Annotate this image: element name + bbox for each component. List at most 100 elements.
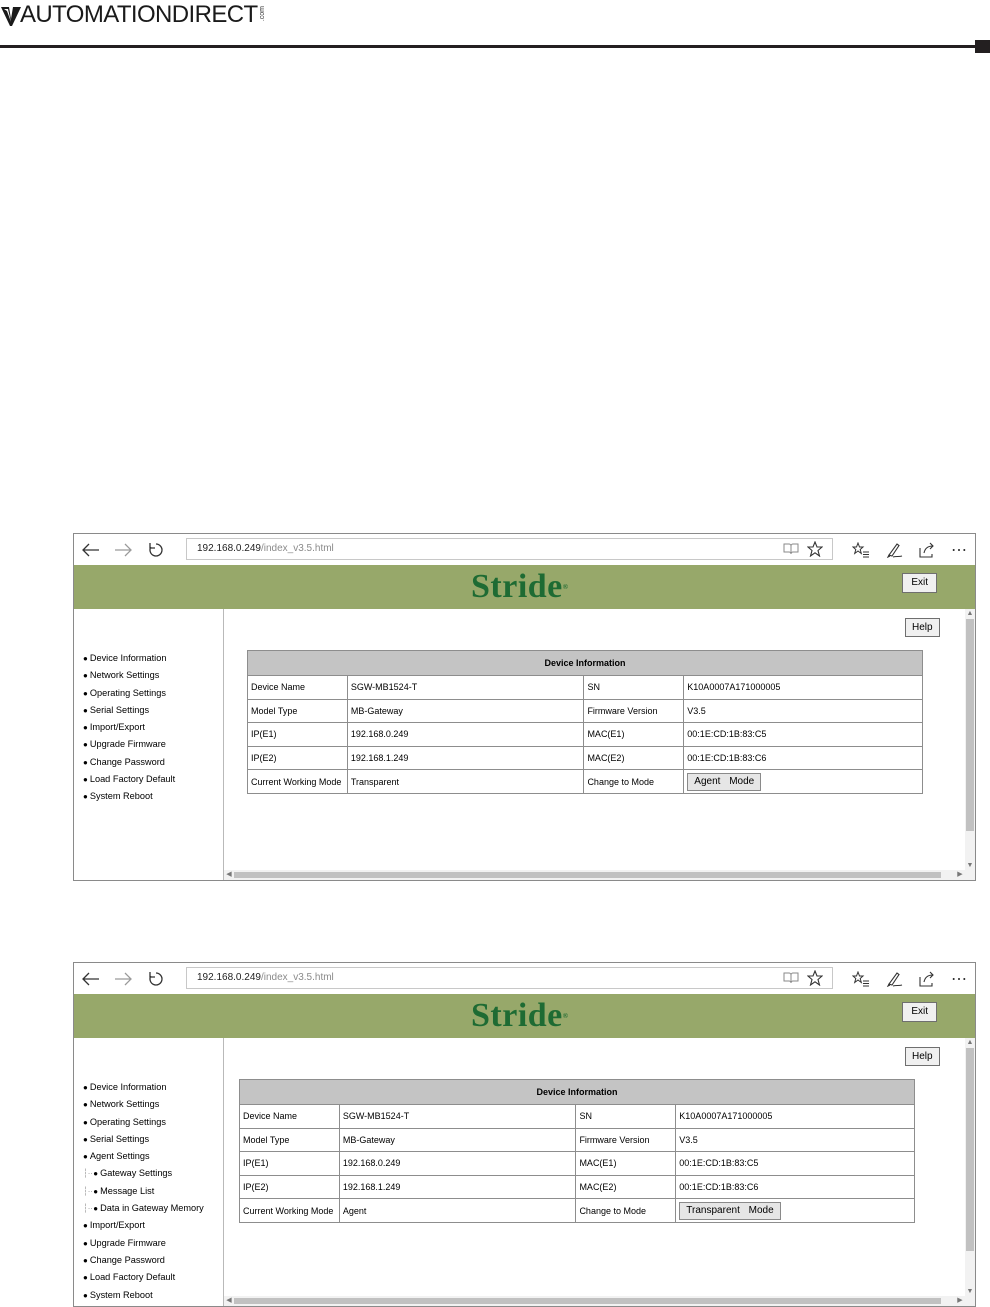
table-cell-label: Device Name bbox=[239, 1104, 340, 1129]
table-row: Model Type MB-Gateway Firmware Version V3.5 bbox=[239, 1127, 915, 1153]
sidebar-item-system-reboot[interactable]: ● System Reboot bbox=[83, 1287, 204, 1304]
stride-logo: Stride® bbox=[471, 997, 569, 1035]
logo-text: AUTOMATIONDIRECT bbox=[20, 1, 258, 28]
favorites-list-icon[interactable] bbox=[850, 968, 872, 990]
scroll-right-icon[interactable]: ▶ bbox=[955, 870, 965, 880]
table-cell-label: Current Working Mode bbox=[247, 769, 348, 794]
refresh-icon[interactable] bbox=[145, 539, 167, 561]
sidebar-item-gateway-settings[interactable]: ┆··● Gateway Settings bbox=[83, 1165, 204, 1182]
scroll-up-icon[interactable]: ▲ bbox=[965, 609, 975, 618]
vertical-scrollbar[interactable]: ▲ ▼ bbox=[965, 609, 975, 870]
pen-icon[interactable] bbox=[884, 539, 906, 561]
star-icon[interactable] bbox=[805, 539, 825, 559]
horizontal-scrollbar[interactable]: ◀ ▶ bbox=[224, 870, 965, 880]
arrow-left-icon[interactable] bbox=[80, 539, 102, 561]
main-content: Help Device Information Device Name SGW-MB… bbox=[224, 609, 965, 870]
browser-window-2: 192.168.0.249/index_v3.5.html ⋯ Stride® … bbox=[73, 962, 976, 1307]
table-cell-label: MAC(E2) bbox=[583, 745, 685, 771]
scroll-down-icon[interactable]: ▼ bbox=[965, 861, 975, 870]
sidebar-item-data-in-gateway-memory[interactable]: ┆··● Data in Gateway Memory bbox=[83, 1200, 204, 1217]
header-marker bbox=[975, 40, 990, 53]
scroll-left-icon[interactable]: ◀ bbox=[224, 870, 234, 880]
table-cell-value: K10A0007A171000005 bbox=[675, 1104, 915, 1129]
sidebar-item-operating-settings[interactable]: ● Operating Settings bbox=[83, 1114, 204, 1131]
ellipsis-icon[interactable]: ⋯ bbox=[948, 539, 970, 561]
exit-button[interactable]: Exit bbox=[902, 1002, 937, 1022]
vertical-scroll-thumb[interactable] bbox=[966, 1048, 974, 1251]
arrow-right-icon[interactable] bbox=[112, 968, 134, 990]
sidebar-item-label: Change Password bbox=[89, 1254, 165, 1265]
sidebar-item-serial-settings[interactable]: ● Serial Settings bbox=[83, 1131, 204, 1148]
sidebar-item-load-factory-default[interactable]: ● Load Factory Default bbox=[83, 771, 175, 788]
table-row: Model Type MB-Gateway Firmware Version V3.5 bbox=[247, 698, 923, 724]
scroll-down-icon[interactable]: ▼ bbox=[965, 1287, 975, 1296]
sidebar-item-change-password[interactable]: ● Change Password bbox=[83, 1252, 204, 1269]
bullet-icon: ● bbox=[83, 1290, 88, 1300]
star-icon[interactable] bbox=[805, 968, 825, 988]
horizontal-scroll-thumb[interactable] bbox=[234, 1298, 941, 1304]
sidebar-item-label: Operating Settings bbox=[89, 1116, 166, 1127]
brand-text: Stride bbox=[471, 568, 563, 605]
change-mode-button[interactable]: Transparent Mode bbox=[679, 1201, 781, 1220]
table-row: Current Working Mode Transparent Change to… bbox=[247, 769, 923, 794]
table-cell-value: 192.168.1.249 bbox=[346, 745, 585, 771]
scroll-right-icon[interactable]: ▶ bbox=[955, 1296, 965, 1306]
vertical-scrollbar[interactable]: ▲ ▼ bbox=[965, 1038, 975, 1296]
url-path: /index_v3.5.html bbox=[260, 972, 334, 983]
sidebar-item-import-export[interactable]: ● Import/Export bbox=[83, 719, 175, 736]
ellipsis-icon[interactable]: ⋯ bbox=[948, 968, 970, 990]
vertical-scroll-thumb[interactable] bbox=[966, 619, 974, 831]
logo-v-icon bbox=[1, 7, 21, 26]
address-bar[interactable]: 192.168.0.249/index_v3.5.html bbox=[186, 967, 833, 989]
sidebar-item-change-password[interactable]: ● Change Password bbox=[83, 754, 175, 771]
sidebar-item-load-factory-default[interactable]: ● Load Factory Default bbox=[83, 1269, 204, 1286]
brand-mark: ® bbox=[562, 1012, 569, 1020]
browser-window-1: 192.168.0.249/index_v3.5.html ⋯ Stride® … bbox=[73, 533, 976, 881]
favorites-list-icon[interactable] bbox=[850, 539, 872, 561]
change-mode-button[interactable]: Agent Mode bbox=[687, 772, 762, 791]
sidebar-item-operating-settings[interactable]: ● Operating Settings bbox=[83, 685, 175, 702]
sidebar-item-upgrade-firmware[interactable]: ● Upgrade Firmware bbox=[83, 736, 175, 753]
sidebar-item-label: Load Factory Default bbox=[89, 774, 176, 785]
device-info-table: Device Information Device Name SGW-MB1524-… bbox=[239, 1079, 915, 1223]
horizontal-scrollbar[interactable]: ◀ ▶ bbox=[224, 1296, 965, 1306]
sidebar-item-device-information[interactable]: ● Device Information bbox=[83, 650, 175, 667]
scroll-left-icon[interactable]: ◀ bbox=[224, 1296, 234, 1306]
brand-mark: ® bbox=[562, 583, 569, 591]
sidebar-item-label: Gateway Settings bbox=[100, 1168, 173, 1179]
horizontal-scroll-thumb[interactable] bbox=[234, 872, 941, 878]
share-icon[interactable] bbox=[916, 539, 938, 561]
arrow-left-icon[interactable] bbox=[80, 968, 102, 990]
sidebar-item-network-settings[interactable]: ● Network Settings bbox=[83, 1096, 204, 1113]
book-icon[interactable] bbox=[781, 539, 801, 559]
sidebar-item-device-information[interactable]: ● Device Information bbox=[83, 1079, 204, 1096]
table-cell-label: Device Name bbox=[247, 675, 348, 700]
table-cell-action: Agent Mode bbox=[683, 769, 923, 794]
sidebar-item-upgrade-firmware[interactable]: ● Upgrade Firmware bbox=[83, 1235, 204, 1252]
arrow-right-icon[interactable] bbox=[112, 539, 134, 561]
book-icon[interactable] bbox=[781, 968, 801, 988]
help-button[interactable]: Help bbox=[905, 618, 940, 637]
sidebar-item-import-export[interactable]: ● Import/Export bbox=[83, 1217, 204, 1234]
sidebar-item-network-settings[interactable]: ● Network Settings bbox=[83, 667, 175, 684]
refresh-icon[interactable] bbox=[145, 968, 167, 990]
table-cell-value: 00:1E:CD:1B:83:C5 bbox=[675, 1151, 915, 1176]
sidebar-item-agent-settings[interactable]: ● Agent Settings bbox=[83, 1148, 204, 1165]
help-button[interactable]: Help bbox=[905, 1047, 940, 1066]
bullet-icon: ● bbox=[83, 757, 88, 767]
tree-connector: ┆·· bbox=[83, 1168, 93, 1179]
sidebar-item-system-reboot[interactable]: ● System Reboot bbox=[83, 788, 175, 805]
scroll-up-icon[interactable]: ▲ bbox=[965, 1038, 975, 1047]
exit-button[interactable]: Exit bbox=[902, 573, 937, 593]
sidebar-item-serial-settings[interactable]: ● Serial Settings bbox=[83, 702, 175, 719]
table-title: Device Information bbox=[247, 650, 923, 676]
table-cell-label: Firmware Version bbox=[583, 698, 685, 724]
tree-connector: ┆·· bbox=[83, 1185, 93, 1196]
share-icon[interactable] bbox=[916, 968, 938, 990]
pen-icon[interactable] bbox=[884, 968, 906, 990]
bullet-icon: ● bbox=[83, 792, 88, 802]
address-bar[interactable]: 192.168.0.249/index_v3.5.html bbox=[186, 538, 833, 560]
sidebar-item-label: Upgrade Firmware bbox=[89, 739, 166, 750]
table-cell-value: K10A0007A171000005 bbox=[683, 675, 923, 700]
sidebar-item-message-list[interactable]: ┆··● Message List bbox=[83, 1183, 204, 1200]
